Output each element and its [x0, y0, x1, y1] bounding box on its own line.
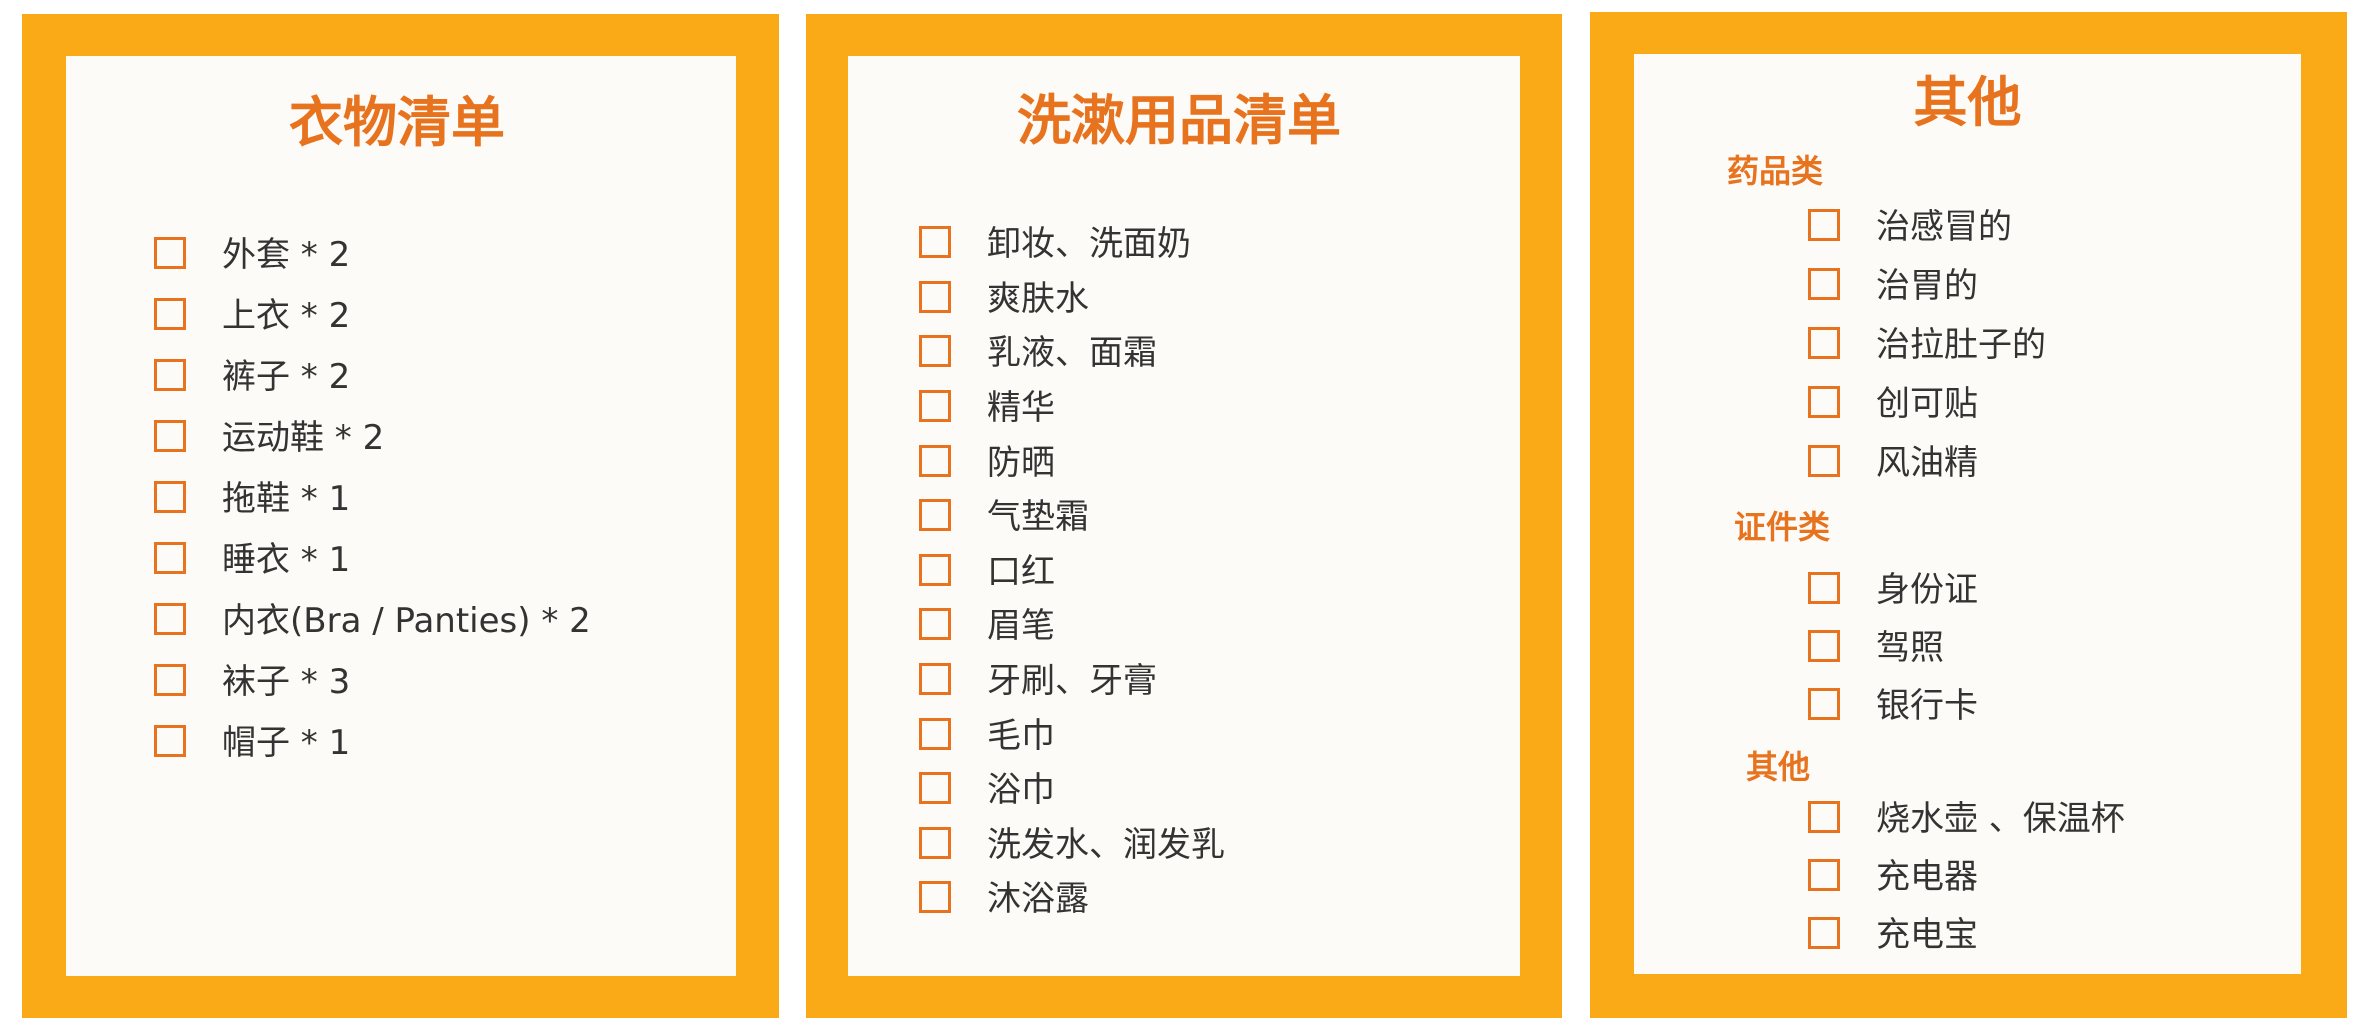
item-label: 眉笔 — [987, 606, 1055, 647]
checkbox[interactable] — [919, 499, 951, 532]
item-label: 防晒 — [987, 442, 1055, 483]
item-label: 洗发水、润发乳 — [987, 824, 1225, 865]
checkbox[interactable] — [154, 602, 186, 635]
checkbox[interactable] — [1808, 326, 1840, 359]
packing-checklist: 衣物清单 外套 * 2 上衣 * 2 裤子 * 2 运动鞋 * 2 拖鞋 * 1… — [0, 0, 2364, 1032]
checkbox[interactable] — [1808, 859, 1840, 891]
checkbox[interactable] — [919, 335, 951, 368]
item-label: 精华 — [987, 388, 1055, 429]
checkbox[interactable] — [1808, 444, 1840, 477]
checkbox[interactable] — [1808, 917, 1840, 949]
item-label: 驾照 — [1876, 628, 1944, 668]
checkbox[interactable] — [154, 480, 186, 513]
checkbox[interactable] — [919, 881, 951, 914]
item-label: 帽子 * 1 — [222, 722, 351, 763]
checkbox[interactable] — [1808, 801, 1840, 833]
item-label: 银行卡 — [1876, 686, 1978, 726]
checkbox[interactable] — [919, 608, 951, 641]
checkbox[interactable] — [154, 724, 186, 757]
checkbox[interactable] — [154, 541, 186, 574]
item-label: 牙刷、牙膏 — [987, 661, 1157, 702]
other-panel: 其他 药品类 治感冒的 治胃的 治拉肚子的 创可贴 风油精 证件类 身份证 驾照… — [1590, 12, 2347, 1018]
item-label: 爽肤水 — [987, 278, 1089, 319]
checkbox[interactable] — [1808, 630, 1840, 662]
item-label: 治胃的 — [1876, 265, 1978, 306]
checkbox[interactable] — [154, 297, 186, 330]
item-label: 上衣 * 2 — [222, 295, 351, 336]
item-label: 浴巾 — [987, 770, 1055, 811]
item-label: 运动鞋 * 2 — [222, 417, 385, 458]
item-label: 治感冒的 — [1876, 206, 2012, 247]
checkbox[interactable] — [919, 553, 951, 586]
item-label: 卸妆、洗面奶 — [987, 224, 1191, 265]
item-label: 内衣(Bra / Panties) * 2 — [222, 600, 591, 641]
checkbox[interactable] — [1808, 208, 1840, 241]
item-label: 乳液、面霜 — [987, 333, 1157, 374]
item-label: 外套 * 2 — [222, 234, 351, 275]
checkbox[interactable] — [919, 444, 951, 477]
other-title: 其他 — [1913, 71, 2022, 134]
checkbox[interactable] — [1808, 267, 1840, 300]
item-label: 风油精 — [1876, 442, 1978, 483]
item-label: 充电宝 — [1876, 915, 1978, 955]
checkbox[interactable] — [919, 663, 951, 696]
item-label: 拖鞋 * 1 — [222, 478, 351, 519]
checkbox[interactable] — [1808, 572, 1840, 604]
checkbox[interactable] — [1808, 385, 1840, 418]
checkbox[interactable] — [154, 236, 186, 269]
medicine-section-label: 药品类 — [1727, 152, 1824, 190]
checkbox[interactable] — [919, 826, 951, 859]
clothing-panel: 衣物清单 外套 * 2 上衣 * 2 裤子 * 2 运动鞋 * 2 拖鞋 * 1… — [22, 14, 779, 1018]
checkbox[interactable] — [919, 390, 951, 423]
toiletries-panel-paper: 洗漱用品清单 卸妆、洗面奶 爽肤水 乳液、面霜 精华 防晒 气垫霜 口红 眉笔 … — [848, 56, 1520, 976]
item-label: 烧水壶 、保温杯 — [1876, 799, 2125, 839]
item-label: 口红 — [987, 551, 1055, 592]
item-label: 创可贴 — [1876, 383, 1978, 424]
item-label: 毛巾 — [987, 715, 1055, 756]
item-label: 气垫霜 — [987, 497, 1089, 538]
item-label: 裤子 * 2 — [222, 356, 351, 397]
item-label: 沐浴露 — [987, 879, 1089, 920]
checkbox[interactable] — [154, 419, 186, 452]
checkbox[interactable] — [919, 280, 951, 313]
misc-section-label: 其他 — [1746, 748, 1811, 786]
checkbox[interactable] — [1808, 688, 1840, 720]
item-label: 袜子 * 3 — [222, 661, 351, 702]
item-label: 充电器 — [1876, 857, 1978, 897]
item-label: 治拉肚子的 — [1876, 324, 2046, 365]
checkbox[interactable] — [919, 226, 951, 259]
checkbox[interactable] — [919, 717, 951, 750]
clothing-title: 衣物清单 — [289, 91, 505, 154]
checkbox[interactable] — [154, 358, 186, 391]
item-label: 身份证 — [1876, 570, 1978, 610]
checkbox[interactable] — [919, 772, 951, 805]
clothing-panel-paper: 衣物清单 外套 * 2 上衣 * 2 裤子 * 2 运动鞋 * 2 拖鞋 * 1… — [66, 56, 736, 976]
documents-section-label: 证件类 — [1734, 508, 1831, 546]
checkbox[interactable] — [154, 663, 186, 696]
toiletries-title: 洗漱用品清单 — [1017, 89, 1341, 152]
toiletries-panel: 洗漱用品清单 卸妆、洗面奶 爽肤水 乳液、面霜 精华 防晒 气垫霜 口红 眉笔 … — [806, 14, 1562, 1018]
other-panel-paper: 其他 药品类 治感冒的 治胃的 治拉肚子的 创可贴 风油精 证件类 身份证 驾照… — [1634, 54, 2301, 974]
item-label: 睡衣 * 1 — [222, 539, 351, 580]
